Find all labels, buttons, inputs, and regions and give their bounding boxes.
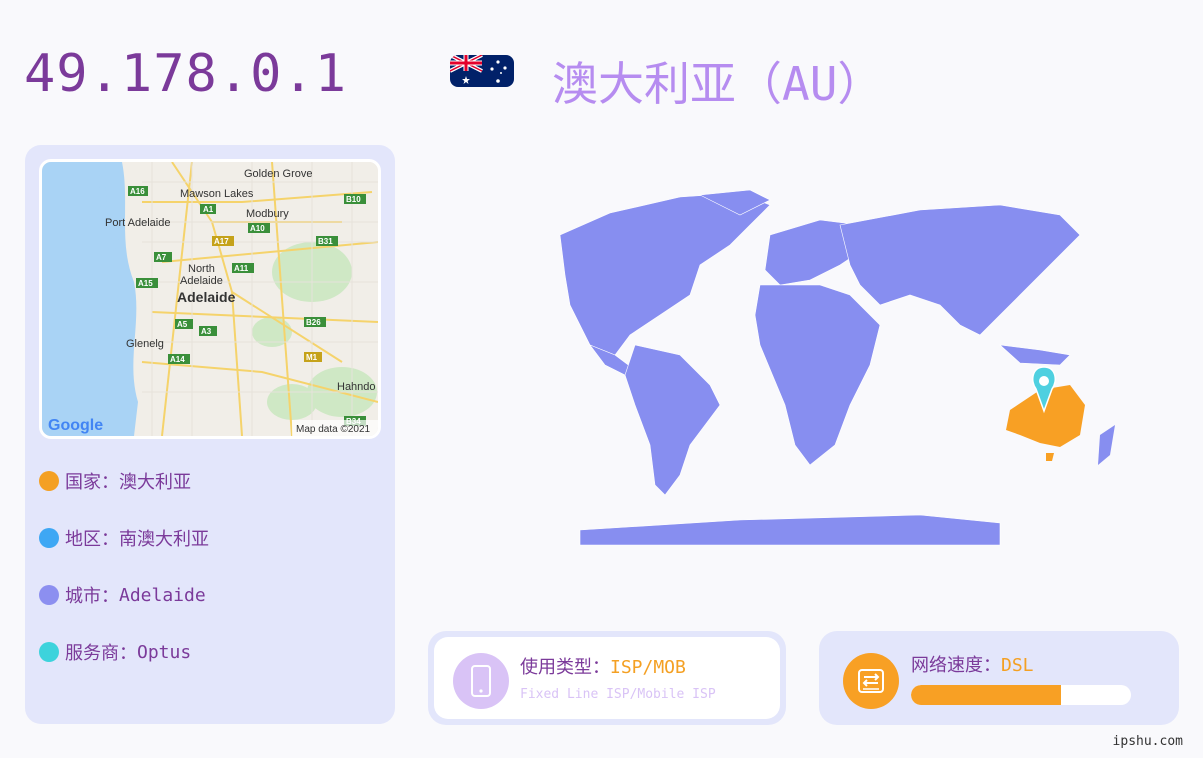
road-shield-a14: A14 (170, 355, 185, 364)
road-shield-a15: A15 (138, 279, 153, 288)
info-row-city: 城市： Adelaide (39, 583, 206, 607)
asia-shape (839, 204, 1081, 336)
location-map[interactable]: Golden Grove Mawson Lakes Port Adelaide … (39, 159, 381, 439)
australia-flag-icon (450, 55, 514, 87)
city-dot-icon (39, 585, 59, 605)
road-shield-b31: B31 (318, 237, 333, 246)
network-speed-title: 网络速度： (911, 655, 1001, 676)
watermark: ipshu.com (1112, 734, 1183, 749)
isp-value: Optus (137, 641, 192, 663)
indonesia-shape (999, 344, 1071, 366)
usage-type-card: 使用类型：ISP/MOB Fixed Line ISP/Mobile ISP (428, 631, 786, 725)
network-speed-label: 网络速度：DSL (911, 651, 1034, 677)
ip-address: 49.178.0.1 (24, 44, 348, 104)
region-label: 地区： (65, 529, 119, 550)
network-speed-icon (843, 653, 899, 709)
info-row-country: 国家： 澳大利亚 (39, 469, 191, 493)
speed-bar-fill (911, 685, 1061, 705)
google-logo: Google (48, 417, 103, 434)
city-label: 城市： (65, 586, 119, 607)
city-value: Adelaide (119, 584, 206, 606)
network-speed-card: 网络速度：DSL (819, 631, 1179, 725)
map-label-mawson-lakes: Mawson Lakes (180, 188, 254, 200)
isp-dot-icon (39, 642, 59, 662)
road-shield-a16: A16 (130, 187, 145, 196)
info-row-region: 地区： 南澳大利亚 (39, 526, 209, 550)
map-label-hahndorf: Hahndo (337, 381, 376, 393)
region-value: 南澳大利亚 (119, 529, 209, 550)
map-label-adelaide: Adelaide (177, 289, 236, 305)
road-shield-a10: A10 (250, 224, 265, 233)
map-label-north-adelaide: North (188, 263, 215, 275)
africa-shape (754, 284, 881, 466)
info-row-isp: 服务商： Optus (39, 640, 191, 664)
usage-type-label: 使用类型：ISP/MOB (520, 653, 686, 679)
road-shield-a3: A3 (201, 327, 212, 336)
map-label-modbury: Modbury (246, 208, 289, 220)
new-zealand-shape (1098, 425, 1115, 465)
info-card: Golden Grove Mawson Lakes Port Adelaide … (25, 145, 395, 724)
road-shield-a17: A17 (214, 237, 229, 246)
map-label-north-adelaide-2: Adelaide (180, 275, 223, 287)
road-shield-a1: A1 (203, 205, 214, 214)
map-attribution: Map data ©2021 (296, 424, 371, 435)
region-dot-icon (39, 528, 59, 548)
road-shield-a7: A7 (156, 253, 167, 262)
tasmania-shape (1046, 453, 1054, 461)
usage-type-value: ISP/MOB (610, 657, 686, 678)
speed-bar-track (911, 685, 1131, 705)
antarctica-shape (579, 514, 1001, 546)
world-map (440, 185, 1150, 559)
road-shield-a11: A11 (234, 264, 249, 273)
road-shield-m1: M1 (306, 353, 318, 362)
road-shield-a5: A5 (177, 320, 188, 329)
map-label-port-adelaide: Port Adelaide (105, 217, 170, 229)
phone-icon (453, 653, 509, 709)
usage-type-subtitle: Fixed Line ISP/Mobile ISP (520, 687, 716, 702)
road-shield-b10: B10 (346, 195, 361, 204)
country-title: 澳大利亚（AU） (552, 57, 884, 111)
isp-label: 服务商： (65, 643, 137, 664)
country-label: 国家： (65, 472, 119, 493)
map-label-golden-grove: Golden Grove (244, 168, 312, 180)
south-america-shape (624, 344, 721, 496)
road-shield-b26: B26 (306, 318, 321, 327)
usage-type-title: 使用类型： (520, 657, 610, 678)
country-dot-icon (39, 471, 59, 491)
country-value: 澳大利亚 (119, 472, 191, 493)
map-label-glenelg: Glenelg (126, 338, 164, 350)
network-speed-value: DSL (1001, 655, 1034, 676)
north-america-shape (559, 192, 771, 356)
